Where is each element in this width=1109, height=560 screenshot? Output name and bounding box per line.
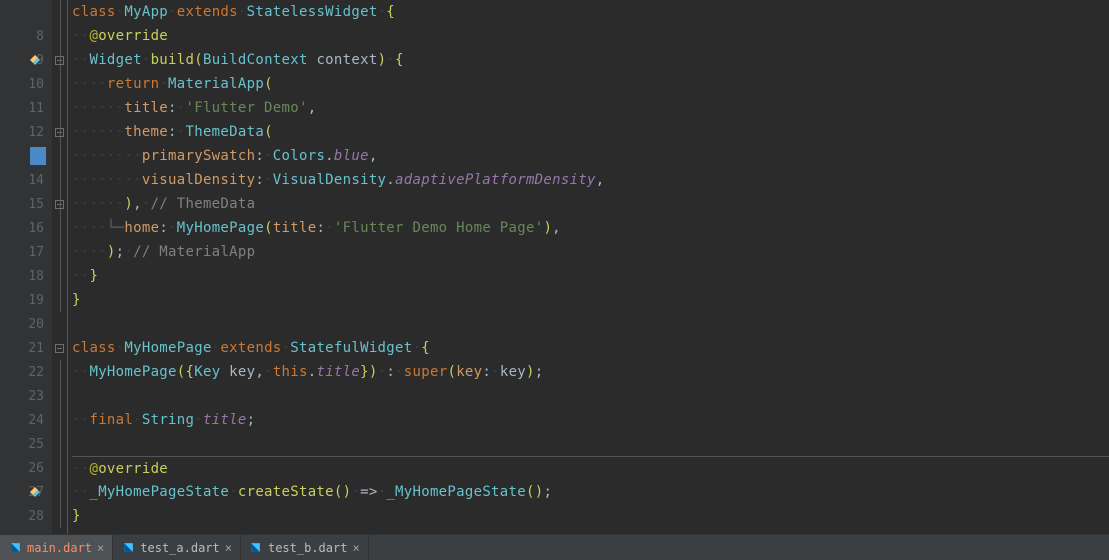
code-line[interactable]: ····);·// MaterialApp	[72, 240, 1109, 264]
line-number: 28	[28, 509, 44, 524]
code-line[interactable]: }	[72, 288, 1109, 312]
tab-label: test_a.dart	[140, 541, 219, 555]
flutter-reload-icon[interactable]	[26, 483, 44, 501]
fold-column	[52, 0, 68, 534]
line-number: 10	[28, 77, 44, 92]
line-number: 14	[28, 173, 44, 188]
code-line[interactable]: ··MyHomePage({Key key,·this.title})·:·su…	[72, 360, 1109, 384]
code-line[interactable]: ······title:·'Flutter Demo',	[72, 96, 1109, 120]
line-number: 18	[28, 269, 44, 284]
line-number: 8	[36, 29, 44, 44]
gutter: 8 9 10 11 12 13 14 15 16 17 18 19 20 21 …	[0, 0, 52, 534]
code-line[interactable]: }	[72, 504, 1109, 528]
fold-toggle-icon[interactable]	[55, 344, 64, 353]
tab-test-b[interactable]: test_b.dart ×	[241, 535, 369, 560]
line-number: 12	[28, 125, 44, 140]
editor-tabs: main.dart × test_a.dart × test_b.dart ×	[0, 534, 1109, 560]
line-number: 17	[28, 245, 44, 260]
code-line[interactable]	[72, 384, 1109, 408]
tab-label: test_b.dart	[268, 541, 347, 555]
code-line[interactable]: ··}	[72, 264, 1109, 288]
fold-toggle-icon[interactable]	[55, 56, 64, 65]
tab-test-a[interactable]: test_a.dart ×	[113, 535, 241, 560]
line-number: 16	[28, 221, 44, 236]
dart-file-icon	[121, 541, 135, 555]
fold-toggle-icon[interactable]	[55, 200, 64, 209]
code-line[interactable]: ··final·String·title;	[72, 408, 1109, 432]
close-icon[interactable]: ×	[97, 541, 104, 555]
color-indicator[interactable]	[30, 147, 46, 165]
flutter-reload-icon[interactable]	[26, 51, 44, 69]
dart-file-icon	[249, 541, 263, 555]
code-line[interactable]: ········primarySwatch:·Colors.blue,	[72, 144, 1109, 168]
code-line[interactable]: ··@override	[72, 24, 1109, 48]
line-number: 24	[28, 413, 44, 428]
line-number: 11	[28, 101, 44, 116]
code-line[interactable]: ··Widget·build(BuildContext context)·{	[72, 48, 1109, 72]
line-number: 21	[28, 341, 44, 356]
line-number: 26	[28, 461, 44, 476]
code-line[interactable]: ····└─home:·MyHomePage(title:·'Flutter D…	[72, 216, 1109, 240]
code-line[interactable]: class·MyApp·extends·StatelessWidget·{	[72, 0, 1109, 24]
code-line[interactable]: ······),·// ThemeData	[72, 192, 1109, 216]
code-line[interactable]	[72, 432, 1109, 456]
close-icon[interactable]: ×	[352, 541, 359, 555]
line-number: 29	[28, 533, 44, 535]
line-number: 15	[28, 197, 44, 212]
close-icon[interactable]: ×	[225, 541, 232, 555]
code-area[interactable]: class·MyApp·extends·StatelessWidget·{ ··…	[68, 0, 1109, 534]
tab-label: main.dart	[27, 541, 92, 555]
dart-file-icon	[8, 541, 22, 555]
code-line[interactable]: ····return·MaterialApp(	[72, 72, 1109, 96]
line-number: 22	[28, 365, 44, 380]
code-line[interactable]: ······theme:·ThemeData(	[72, 120, 1109, 144]
code-editor[interactable]: 8 9 10 11 12 13 14 15 16 17 18 19 20 21 …	[0, 0, 1109, 534]
code-line[interactable]: ··@override	[72, 456, 1109, 480]
code-line[interactable]: class·MyHomePage·extends·StatefulWidget·…	[72, 336, 1109, 360]
line-number: 20	[28, 317, 44, 332]
tab-main-dart[interactable]: main.dart ×	[0, 535, 113, 560]
line-number: 23	[28, 389, 44, 404]
code-line[interactable]: ··_MyHomePageState·createState()·=>·_MyH…	[72, 480, 1109, 504]
code-line[interactable]: ········visualDensity:·VisualDensity.ada…	[72, 168, 1109, 192]
fold-toggle-icon[interactable]	[55, 128, 64, 137]
line-number: 19	[28, 293, 44, 308]
line-number: 25	[28, 437, 44, 452]
code-line[interactable]	[72, 312, 1109, 336]
